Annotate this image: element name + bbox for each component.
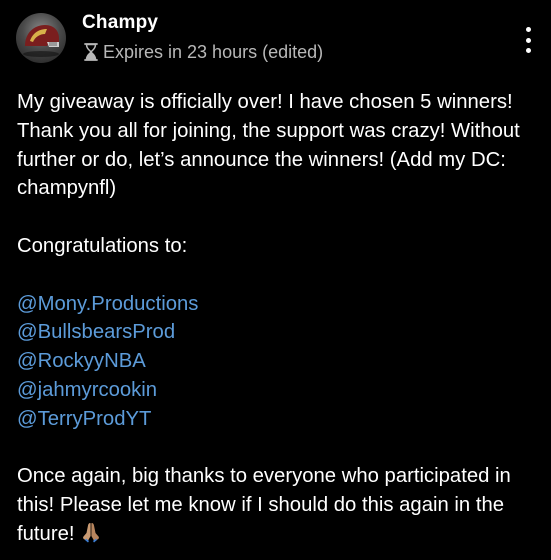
expiry-text: Expires in 23 hours (edited) (103, 41, 324, 62)
post-intro-text: My giveaway is officially over! I have c… (17, 91, 520, 200)
post-outro: Once again, big thanks to everyone who p… (17, 462, 542, 548)
helmet-logo-icon (23, 25, 59, 57)
mention-link[interactable]: @jahmyrcookin (17, 376, 542, 405)
expiry-status: Expires in 23 hours (edited) (84, 41, 323, 63)
more-options-icon (525, 27, 531, 32)
mention-link[interactable]: @Mony.Productions (17, 290, 542, 319)
congratulations-heading: Congratulations to: (17, 234, 188, 257)
post-card: Champy Expires in 23 hours (edited) My g… (0, 0, 551, 560)
more-options-button[interactable] (517, 25, 539, 55)
mention-link[interactable]: @BullsbearsProd (17, 318, 542, 347)
username[interactable]: Champy (82, 12, 158, 34)
mention-link[interactable]: @RockyyNBA (17, 347, 542, 376)
hourglass-icon (84, 43, 98, 61)
folded-hands-emoji-icon (79, 520, 103, 544)
avatar[interactable] (16, 13, 66, 63)
post-body: My giveaway is officially over! I have c… (17, 88, 542, 549)
mention-link[interactable]: @TerryProdYT (17, 405, 542, 434)
